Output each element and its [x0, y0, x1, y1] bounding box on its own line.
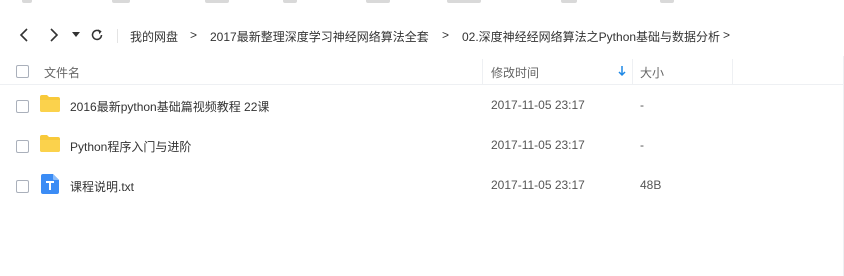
- nav-divider: [117, 29, 118, 43]
- file-modified-time: 2017-11-05 23:17: [491, 178, 585, 192]
- navigation-bar: 我的网盘 > 2017最新整理深度学习神经网络算法全套 > 02.深度神经经网络…: [0, 18, 844, 54]
- table-row[interactable]: 2016最新python基础篇视频教程 22课 2017-11-05 23:17…: [0, 86, 844, 126]
- row-checkbox[interactable]: [16, 180, 29, 193]
- breadcrumb-separator: >: [723, 28, 731, 42]
- folder-icon: [40, 94, 60, 114]
- chevron-left-icon[interactable]: [15, 26, 33, 44]
- file-list-header: 文件名 修改时间 大小: [0, 59, 844, 85]
- file-size: -: [640, 98, 644, 112]
- file-size: 48B: [640, 178, 662, 192]
- top-toolbar-remnant: [0, 0, 844, 6]
- file-modified-time: 2017-11-05 23:17: [491, 138, 585, 152]
- file-size: -: [640, 138, 644, 152]
- breadcrumb-item-root[interactable]: 我的网盘: [130, 28, 178, 45]
- caret-down-icon[interactable]: [69, 26, 83, 44]
- file-name[interactable]: Python程序入门与进阶: [70, 138, 191, 155]
- column-header-name[interactable]: 文件名: [44, 64, 80, 81]
- text-file-icon: [41, 174, 61, 194]
- breadcrumb-item-course[interactable]: 2017最新整理深度学习神经网络算法全套: [210, 28, 429, 45]
- breadcrumb-item-current[interactable]: 02.深度神经经网络算法之Python基础与数据分析: [462, 28, 720, 45]
- chevron-right-icon[interactable]: [45, 26, 63, 44]
- folder-icon: [40, 134, 60, 154]
- breadcrumb-separator: >: [190, 28, 198, 42]
- file-modified-time: 2017-11-05 23:17: [491, 98, 585, 112]
- column-header-size[interactable]: 大小: [640, 64, 664, 81]
- row-checkbox[interactable]: [16, 100, 29, 113]
- select-all-checkbox[interactable]: [16, 65, 29, 78]
- table-row[interactable]: Python程序入门与进阶 2017-11-05 23:17 -: [0, 126, 844, 166]
- column-divider: [632, 59, 633, 84]
- column-divider: [482, 59, 483, 84]
- file-name[interactable]: 2016最新python基础篇视频教程 22课: [70, 98, 269, 115]
- refresh-icon[interactable]: [88, 26, 106, 44]
- file-name[interactable]: 课程说明.txt: [70, 178, 134, 195]
- breadcrumb-separator: >: [442, 28, 450, 42]
- row-checkbox[interactable]: [16, 140, 29, 153]
- column-header-modified[interactable]: 修改时间: [491, 64, 539, 81]
- column-divider: [732, 59, 733, 84]
- table-row[interactable]: 课程说明.txt 2017-11-05 23:17 48B: [0, 166, 844, 206]
- sort-down-arrow-icon[interactable]: [617, 65, 627, 77]
